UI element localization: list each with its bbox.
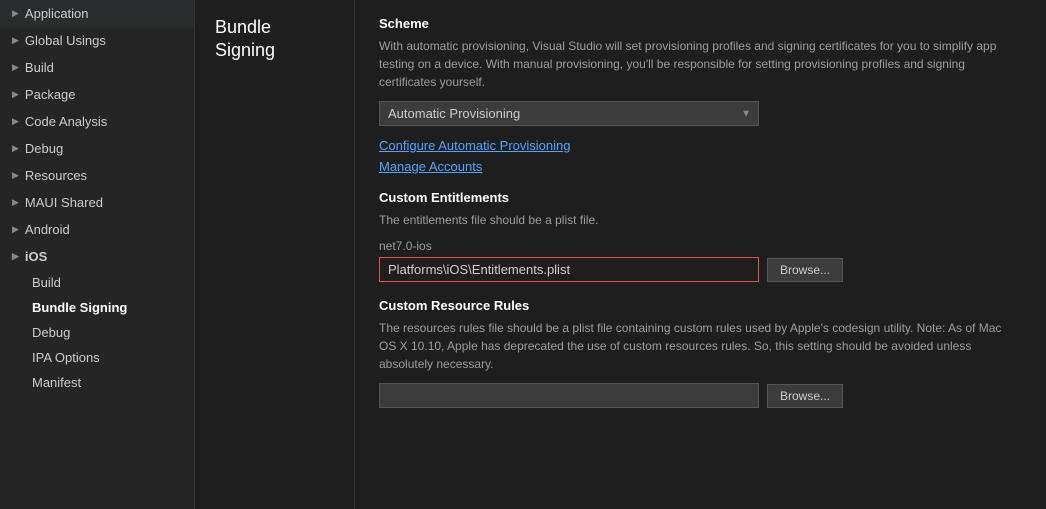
scheme-dropdown-wrapper: Automatic Provisioning Manual Provisioni… xyxy=(379,101,759,126)
sidebar-child-debug[interactable]: Debug xyxy=(0,320,194,345)
scheme-section: Scheme With automatic provisioning, Visu… xyxy=(379,16,1022,174)
sidebar-item-label: Package xyxy=(25,87,76,102)
sidebar-item-label: Application xyxy=(25,6,89,21)
sidebar-item-label: Code Analysis xyxy=(25,114,107,129)
sidebar-child-label: IPA Options xyxy=(32,350,100,365)
custom-resource-rules-section: Custom Resource Rules The resources rule… xyxy=(379,298,1022,408)
chevron-icon: ▶ xyxy=(12,170,19,181)
custom-resource-rules-desc: The resources rules file should be a pli… xyxy=(379,319,1022,373)
chevron-icon: ▶ xyxy=(12,143,19,154)
sidebar-child-build[interactable]: Build xyxy=(0,270,194,295)
sidebar-child-label: Bundle Signing xyxy=(32,300,127,315)
sidebar-item-label: iOS xyxy=(25,249,47,264)
custom-resource-rules-browse-button[interactable]: Browse... xyxy=(767,384,843,408)
sidebar-item-package[interactable]: ▶ Package xyxy=(0,81,194,108)
chevron-icon: ▶ xyxy=(12,89,19,100)
sidebar: ▶ Application ▶ Global Usings ▶ Build ▶ … xyxy=(0,0,195,509)
custom-entitlements-section: Custom Entitlements The entitlements fil… xyxy=(379,190,1022,282)
chevron-icon: ▶ xyxy=(12,35,19,46)
sidebar-item-label: Debug xyxy=(25,141,63,156)
sidebar-item-resources[interactable]: ▶ Resources xyxy=(0,162,194,189)
sidebar-item-global-usings[interactable]: ▶ Global Usings xyxy=(0,27,194,54)
sidebar-item-label: Build xyxy=(25,60,54,75)
custom-resource-rules-title: Custom Resource Rules xyxy=(379,298,1022,313)
custom-entitlements-desc: The entitlements file should be a plist … xyxy=(379,211,1022,229)
sidebar-child-ipa-options[interactable]: IPA Options xyxy=(0,345,194,370)
custom-entitlements-title: Custom Entitlements xyxy=(379,190,1022,205)
sidebar-child-label: Build xyxy=(32,275,61,290)
sidebar-item-android[interactable]: ▶ Android xyxy=(0,216,194,243)
custom-entitlements-input[interactable] xyxy=(379,257,759,282)
sidebar-item-label: Resources xyxy=(25,168,87,183)
sidebar-item-debug[interactable]: ▶ Debug xyxy=(0,135,194,162)
sidebar-item-maui-shared[interactable]: ▶ MAUI Shared xyxy=(0,189,194,216)
chevron-icon: ▶ xyxy=(12,62,19,73)
main-content: Bundle Signing Scheme With automatic pro… xyxy=(195,0,1046,509)
sidebar-item-label: Android xyxy=(25,222,70,237)
custom-entitlements-input-row: Browse... xyxy=(379,257,1022,282)
content-area: Scheme With automatic provisioning, Visu… xyxy=(355,0,1046,509)
custom-resource-rules-input[interactable] xyxy=(379,383,759,408)
sidebar-item-ios[interactable]: ▶ iOS xyxy=(0,243,194,270)
scheme-description: With automatic provisioning, Visual Stud… xyxy=(379,37,1022,91)
scheme-dropdown[interactable]: Automatic Provisioning Manual Provisioni… xyxy=(379,101,759,126)
sidebar-child-label: Manifest xyxy=(32,375,81,390)
sidebar-child-manifest[interactable]: Manifest xyxy=(0,370,194,395)
sidebar-item-label: Global Usings xyxy=(25,33,106,48)
sidebar-child-bundle-signing[interactable]: Bundle Signing xyxy=(0,295,194,320)
sidebar-item-application[interactable]: ▶ Application xyxy=(0,0,194,27)
manage-accounts-link[interactable]: Manage Accounts xyxy=(379,159,1022,174)
chevron-icon: ▶ xyxy=(12,8,19,19)
custom-entitlements-browse-button[interactable]: Browse... xyxy=(767,258,843,282)
scheme-title: Scheme xyxy=(379,16,1022,31)
page-title: Bundle Signing xyxy=(215,16,344,63)
chevron-icon: ▶ xyxy=(12,197,19,208)
chevron-icon: ▶ xyxy=(12,251,19,262)
sidebar-item-code-analysis[interactable]: ▶ Code Analysis xyxy=(0,108,194,135)
sidebar-item-label: MAUI Shared xyxy=(25,195,103,210)
sidebar-child-label: Debug xyxy=(32,325,70,340)
custom-resource-rules-input-row: Browse... xyxy=(379,383,1022,408)
custom-entitlements-sublabel: net7.0-ios xyxy=(379,239,1022,253)
sidebar-item-build[interactable]: ▶ Build xyxy=(0,54,194,81)
chevron-icon: ▶ xyxy=(12,224,19,235)
page-header: Bundle Signing xyxy=(195,0,355,509)
chevron-icon: ▶ xyxy=(12,116,19,127)
configure-auto-provisioning-link[interactable]: Configure Automatic Provisioning xyxy=(379,138,1022,153)
